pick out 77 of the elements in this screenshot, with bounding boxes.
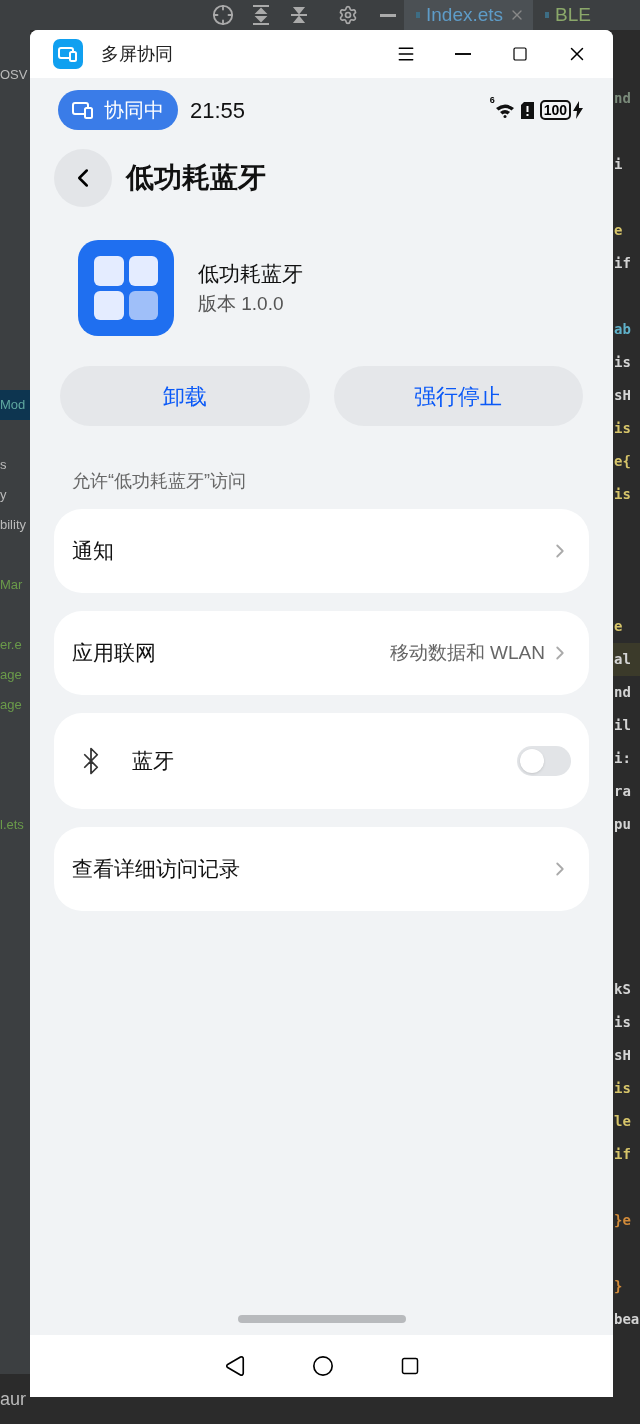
clock-time: 21:55: [190, 96, 247, 125]
code-text: e: [614, 221, 623, 240]
code-text: is: [614, 1013, 631, 1032]
tree-item[interactable]: y: [0, 485, 7, 505]
window-title: 多屏协同: [101, 42, 174, 66]
minimize-icon: [455, 53, 471, 55]
code-text: ra: [614, 782, 631, 801]
locate-icon[interactable]: [212, 4, 234, 26]
tree-item[interactable]: s: [0, 455, 7, 475]
code-text: sH: [614, 386, 631, 405]
app-version: 版本 1.0.0: [198, 291, 285, 316]
settings-row[interactable]: 应用联网 移动数据和 WLAN: [54, 611, 589, 695]
home-nav-icon[interactable]: [311, 1355, 334, 1377]
expand-icon[interactable]: [252, 5, 270, 25]
sim-alert-icon: [520, 101, 534, 119]
code-text: is: [614, 1079, 631, 1098]
app-icon: [78, 240, 174, 336]
maximize-icon: [512, 46, 528, 62]
app-logo-icon: [53, 39, 83, 69]
minimize-icon[interactable]: [380, 13, 396, 17]
code-text: }e: [614, 1211, 631, 1230]
app-name: 低功耗蓝牙: [198, 261, 303, 287]
row-label: 通知: [72, 538, 115, 565]
back-nav-icon[interactable]: [223, 1355, 246, 1377]
page-title: 低功耗蓝牙: [126, 161, 266, 195]
code-text: il: [614, 716, 631, 735]
recents-nav-icon[interactable]: [399, 1356, 420, 1376]
row-label: 查看详细访问记录: [72, 856, 241, 883]
action-button[interactable]: 卸载: [60, 366, 310, 426]
code-text: kS: [614, 980, 631, 999]
code-text: al: [614, 650, 631, 669]
code-text: le: [614, 1112, 631, 1131]
code-text: }: [614, 1277, 623, 1296]
tree-item[interactable]: age: [0, 665, 22, 685]
code-text: is: [614, 419, 631, 438]
settings-icon[interactable]: [338, 5, 358, 25]
code-text: e{: [614, 452, 631, 471]
tree-item[interactable]: Mar: [0, 575, 23, 595]
code-text: i: [614, 155, 623, 174]
editor-tab[interactable]: Index.ets: [404, 0, 534, 30]
status-text: aur: [0, 1387, 26, 1411]
devices-icon: [72, 101, 94, 119]
toggle-switch[interactable]: [517, 746, 571, 776]
action-button[interactable]: 强行停止: [333, 366, 583, 426]
tree-item[interactable]: age: [0, 695, 22, 715]
row-label: 应用联网: [72, 640, 157, 667]
code-text: e: [614, 617, 623, 636]
code-text: if: [614, 1145, 631, 1164]
code-text: if: [614, 254, 631, 273]
code-text: ab: [614, 320, 631, 339]
collapse-icon[interactable]: [290, 5, 308, 25]
row-value: 移动数据和 WLAN: [389, 640, 545, 665]
settings-row[interactable]: 查看详细访问记录: [54, 827, 589, 911]
collaboration-pill[interactable]: 协同中: [58, 90, 178, 130]
collaboration-label: 协同中: [104, 98, 164, 123]
wifi-icon: [494, 102, 515, 118]
charging-icon: [573, 101, 583, 119]
settings-row[interactable]: 通知: [54, 509, 589, 593]
battery-level: 100: [539, 100, 571, 120]
code-text: i:: [614, 749, 631, 768]
tree-item[interactable]: OSV: [0, 65, 28, 85]
menu-icon: [396, 44, 416, 64]
ets-file-icon: [545, 12, 550, 18]
code-text: nd: [614, 683, 631, 702]
tree-item[interactable]: er.e: [0, 635, 22, 655]
code-text: nd: [614, 89, 631, 108]
row-label: 蓝牙: [132, 748, 175, 775]
tree-item[interactable]: bility: [0, 515, 26, 535]
code-text: is: [614, 353, 631, 372]
code-text: sH: [614, 1046, 631, 1065]
section-label: 允许“低功耗蓝牙”访问: [72, 470, 247, 493]
network-type-label: 6: [489, 94, 495, 107]
tree-item[interactable]: l.ets: [0, 815, 24, 835]
code-text: is: [614, 485, 631, 504]
ets-file-icon: [416, 12, 420, 18]
code-text: pu: [614, 815, 631, 834]
code-text: bea: [614, 1310, 640, 1329]
